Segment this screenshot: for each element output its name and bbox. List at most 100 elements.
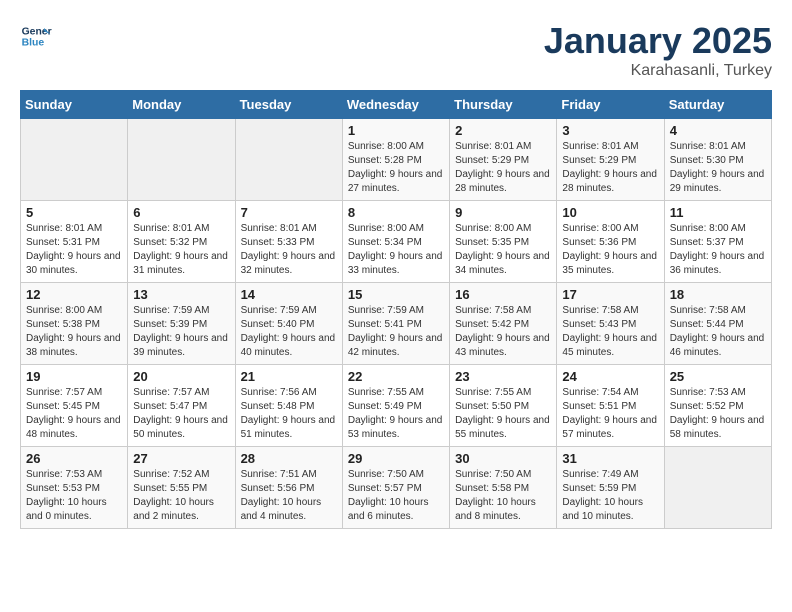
svg-text:Blue: Blue bbox=[22, 38, 45, 49]
day-info: Sunrise: 7:49 AM Sunset: 5:59 PM Dayligh… bbox=[562, 468, 658, 524]
day-number: 11 bbox=[670, 205, 766, 220]
calendar-cell: 23Sunrise: 7:55 AM Sunset: 5:50 PM Dayli… bbox=[450, 365, 557, 447]
day-info: Sunrise: 8:01 AM Sunset: 5:29 PM Dayligh… bbox=[455, 140, 551, 196]
day-info: Sunrise: 7:50 AM Sunset: 5:57 PM Dayligh… bbox=[348, 468, 444, 524]
day-info: Sunrise: 7:58 AM Sunset: 5:42 PM Dayligh… bbox=[455, 304, 551, 360]
day-number: 9 bbox=[455, 205, 551, 220]
day-info: Sunrise: 8:01 AM Sunset: 5:32 PM Dayligh… bbox=[133, 222, 229, 278]
calendar-cell: 8 Sunrise: 8:00 AM Sunset: 5:34 PM Daylig… bbox=[342, 201, 449, 283]
calendar-cell: 25Sunrise: 7:53 AM Sunset: 5:52 PM Dayli… bbox=[664, 365, 771, 447]
day-info: Sunrise: 7:53 AM Sunset: 5:53 PM Dayligh… bbox=[26, 468, 122, 524]
day-number: 16 bbox=[455, 287, 551, 302]
day-number: 14 bbox=[241, 287, 337, 302]
day-number: 2 bbox=[455, 123, 551, 138]
day-info: Sunrise: 7:50 AM Sunset: 5:58 PM Dayligh… bbox=[455, 468, 551, 524]
day-info: Sunrise: 8:00 AM Sunset: 5:35 PM Dayligh… bbox=[455, 222, 551, 278]
day-number: 1 bbox=[348, 123, 444, 138]
calendar-cell: 24Sunrise: 7:54 AM Sunset: 5:51 PM Dayli… bbox=[557, 365, 664, 447]
weekday-header-tuesday: Tuesday bbox=[235, 91, 342, 119]
day-info: Sunrise: 7:59 AM Sunset: 5:39 PM Dayligh… bbox=[133, 304, 229, 360]
calendar-cell: 6 Sunrise: 8:01 AM Sunset: 5:32 PM Daylig… bbox=[128, 201, 235, 283]
day-number: 19 bbox=[26, 369, 122, 384]
calendar-cell: 3 Sunrise: 8:01 AM Sunset: 5:29 PM Daylig… bbox=[557, 119, 664, 201]
day-info: Sunrise: 8:00 AM Sunset: 5:34 PM Dayligh… bbox=[348, 222, 444, 278]
day-number: 8 bbox=[348, 205, 444, 220]
calendar-cell: 5Sunrise: 8:01 AM Sunset: 5:31 PM Daylig… bbox=[21, 201, 128, 283]
calendar-week-row: 5Sunrise: 8:01 AM Sunset: 5:31 PM Daylig… bbox=[21, 201, 772, 283]
weekday-header-wednesday: Wednesday bbox=[342, 91, 449, 119]
day-info: Sunrise: 7:58 AM Sunset: 5:43 PM Dayligh… bbox=[562, 304, 658, 360]
day-number: 17 bbox=[562, 287, 658, 302]
calendar-cell: 31 Sunrise: 7:49 AM Sunset: 5:59 PM Dayli… bbox=[557, 447, 664, 529]
calendar-cell bbox=[21, 119, 128, 201]
day-info: Sunrise: 8:00 AM Sunset: 5:28 PM Dayligh… bbox=[348, 140, 444, 196]
calendar-cell: 17 Sunrise: 7:58 AM Sunset: 5:43 PM Dayli… bbox=[557, 283, 664, 365]
day-number: 4 bbox=[670, 123, 766, 138]
day-info: Sunrise: 7:59 AM Sunset: 5:41 PM Dayligh… bbox=[348, 304, 444, 360]
logo-icon: General Blue bbox=[20, 20, 52, 52]
day-info: Sunrise: 7:53 AM Sunset: 5:52 PM Dayligh… bbox=[670, 386, 766, 442]
day-info: Sunrise: 7:55 AM Sunset: 5:50 PM Dayligh… bbox=[455, 386, 551, 442]
calendar-cell: 20 Sunrise: 7:57 AM Sunset: 5:47 PM Dayli… bbox=[128, 365, 235, 447]
day-info: Sunrise: 7:59 AM Sunset: 5:40 PM Dayligh… bbox=[241, 304, 337, 360]
day-number: 21 bbox=[241, 369, 337, 384]
calendar-cell: 14 Sunrise: 7:59 AM Sunset: 5:40 PM Dayli… bbox=[235, 283, 342, 365]
calendar-cell: 11 Sunrise: 8:00 AM Sunset: 5:37 PM Dayli… bbox=[664, 201, 771, 283]
day-info: Sunrise: 7:52 AM Sunset: 5:55 PM Dayligh… bbox=[133, 468, 229, 524]
calendar-cell: 10 Sunrise: 8:00 AM Sunset: 5:36 PM Dayli… bbox=[557, 201, 664, 283]
day-number: 7 bbox=[241, 205, 337, 220]
day-number: 31 bbox=[562, 451, 658, 466]
calendar-cell bbox=[128, 119, 235, 201]
calendar-week-row: 19 Sunrise: 7:57 AM Sunset: 5:45 PM Dayli… bbox=[21, 365, 772, 447]
weekday-header-sunday: Sunday bbox=[21, 91, 128, 119]
calendar-cell bbox=[664, 447, 771, 529]
calendar-cell: 9 Sunrise: 8:00 AM Sunset: 5:35 PM Daylig… bbox=[450, 201, 557, 283]
weekday-header-row: SundayMondayTuesdayWednesdayThursdayFrid… bbox=[21, 91, 772, 119]
calendar-title: January 2025 bbox=[544, 20, 772, 62]
day-number: 10 bbox=[562, 205, 658, 220]
day-info: Sunrise: 8:00 AM Sunset: 5:36 PM Dayligh… bbox=[562, 222, 658, 278]
calendar-cell: 7 Sunrise: 8:01 AM Sunset: 5:33 PM Daylig… bbox=[235, 201, 342, 283]
logo: General Blue bbox=[20, 20, 52, 52]
day-info: Sunrise: 8:00 AM Sunset: 5:38 PM Dayligh… bbox=[26, 304, 122, 360]
calendar-cell: 27 Sunrise: 7:52 AM Sunset: 5:55 PM Dayli… bbox=[128, 447, 235, 529]
day-number: 29 bbox=[348, 451, 444, 466]
calendar-cell: 1 Sunrise: 8:00 AM Sunset: 5:28 PM Daylig… bbox=[342, 119, 449, 201]
day-number: 20 bbox=[133, 369, 229, 384]
day-info: Sunrise: 7:54 AM Sunset: 5:51 PM Dayligh… bbox=[562, 386, 658, 442]
day-info: Sunrise: 7:57 AM Sunset: 5:45 PM Dayligh… bbox=[26, 386, 122, 442]
day-info: Sunrise: 8:01 AM Sunset: 5:30 PM Dayligh… bbox=[670, 140, 766, 196]
day-number: 22 bbox=[348, 369, 444, 384]
day-info: Sunrise: 7:51 AM Sunset: 5:56 PM Dayligh… bbox=[241, 468, 337, 524]
calendar-cell: 16 Sunrise: 7:58 AM Sunset: 5:42 PM Dayli… bbox=[450, 283, 557, 365]
weekday-header-saturday: Saturday bbox=[664, 91, 771, 119]
calendar-cell: 22 Sunrise: 7:55 AM Sunset: 5:49 PM Dayli… bbox=[342, 365, 449, 447]
calendar-week-row: 26Sunrise: 7:53 AM Sunset: 5:53 PM Dayli… bbox=[21, 447, 772, 529]
weekday-header-monday: Monday bbox=[128, 91, 235, 119]
day-number: 6 bbox=[133, 205, 229, 220]
calendar-cell: 21Sunrise: 7:56 AM Sunset: 5:48 PM Dayli… bbox=[235, 365, 342, 447]
day-info: Sunrise: 7:55 AM Sunset: 5:49 PM Dayligh… bbox=[348, 386, 444, 442]
day-info: Sunrise: 7:57 AM Sunset: 5:47 PM Dayligh… bbox=[133, 386, 229, 442]
calendar-cell bbox=[235, 119, 342, 201]
day-number: 3 bbox=[562, 123, 658, 138]
calendar-cell: 13Sunrise: 7:59 AM Sunset: 5:39 PM Dayli… bbox=[128, 283, 235, 365]
calendar-cell: 26Sunrise: 7:53 AM Sunset: 5:53 PM Dayli… bbox=[21, 447, 128, 529]
calendar-week-row: 1 Sunrise: 8:00 AM Sunset: 5:28 PM Daylig… bbox=[21, 119, 772, 201]
weekday-header-thursday: Thursday bbox=[450, 91, 557, 119]
calendar-table: SundayMondayTuesdayWednesdayThursdayFrid… bbox=[20, 90, 772, 529]
calendar-cell: 12Sunrise: 8:00 AM Sunset: 5:38 PM Dayli… bbox=[21, 283, 128, 365]
title-area: January 2025 Karahasanli, Turkey bbox=[544, 20, 772, 80]
calendar-cell: 19 Sunrise: 7:57 AM Sunset: 5:45 PM Dayli… bbox=[21, 365, 128, 447]
day-number: 27 bbox=[133, 451, 229, 466]
day-info: Sunrise: 8:01 AM Sunset: 5:29 PM Dayligh… bbox=[562, 140, 658, 196]
calendar-cell: 29 Sunrise: 7:50 AM Sunset: 5:57 PM Dayli… bbox=[342, 447, 449, 529]
day-number: 15 bbox=[348, 287, 444, 302]
calendar-cell: 18Sunrise: 7:58 AM Sunset: 5:44 PM Dayli… bbox=[664, 283, 771, 365]
weekday-header-friday: Friday bbox=[557, 91, 664, 119]
day-info: Sunrise: 8:01 AM Sunset: 5:33 PM Dayligh… bbox=[241, 222, 337, 278]
calendar-cell: 4 Sunrise: 8:01 AM Sunset: 5:30 PM Daylig… bbox=[664, 119, 771, 201]
calendar-week-row: 12Sunrise: 8:00 AM Sunset: 5:38 PM Dayli… bbox=[21, 283, 772, 365]
day-info: Sunrise: 8:00 AM Sunset: 5:37 PM Dayligh… bbox=[670, 222, 766, 278]
day-number: 18 bbox=[670, 287, 766, 302]
